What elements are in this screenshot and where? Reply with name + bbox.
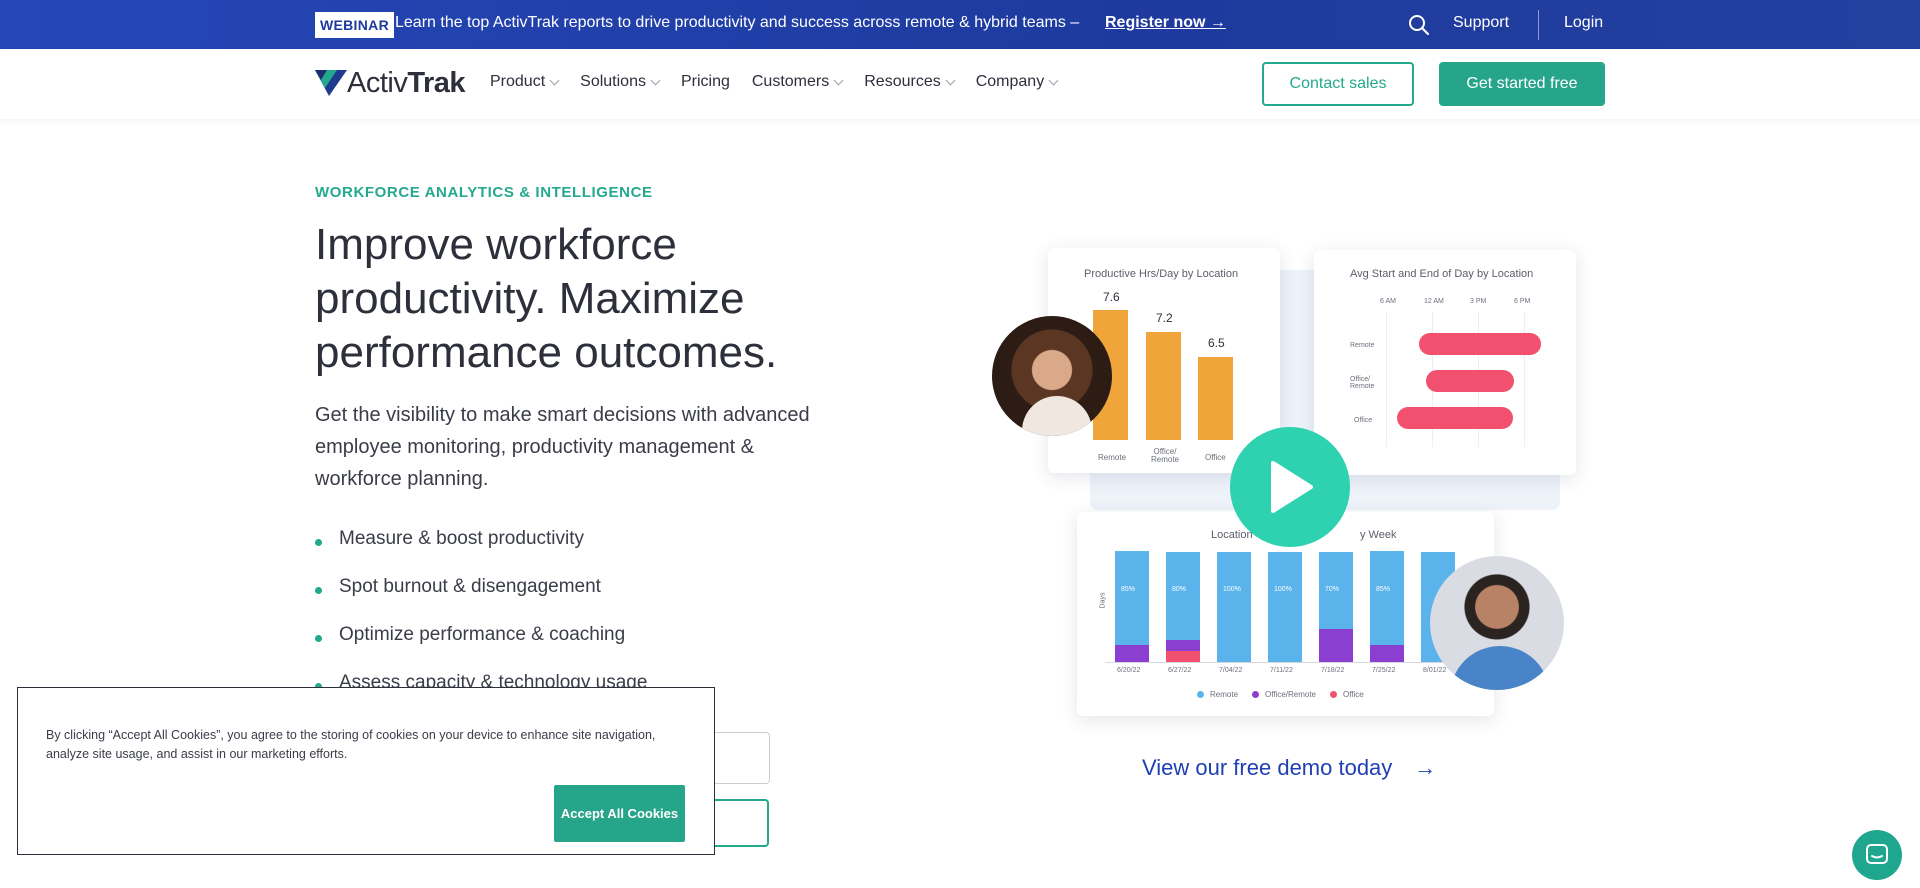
hero-eyebrow: WORKFORCE ANALYTICS & INTELLIGENCE <box>315 184 653 201</box>
weekly-bar-pct: 70% <box>1325 586 1340 593</box>
bullet-dot-icon <box>315 587 322 594</box>
weekly-bar-pct: 100% <box>1223 586 1241 593</box>
weekly-bar-segment <box>1268 552 1302 662</box>
chevron-down-icon <box>945 75 956 85</box>
weekly-date-label: 6/27/22 <box>1168 667 1192 674</box>
webinar-message: Learn the top ActivTrak reports to drive… <box>395 14 1080 31</box>
bar-value: 7.6 <box>1103 290 1120 304</box>
activtrak-logo[interactable]: Activ Trak <box>315 66 466 100</box>
chevron-down-icon <box>549 75 560 85</box>
weekly-bar-segment <box>1217 552 1251 662</box>
weekly-bar-segment <box>1370 645 1404 662</box>
webinar-banner: WEBINAR Learn the top ActivTrak reports … <box>0 0 1920 49</box>
nav-item-pricing[interactable]: Pricing <box>681 73 730 91</box>
arrow-right-icon: → <box>1414 755 1437 780</box>
contact-sales-button[interactable]: Contact sales <box>1262 62 1414 106</box>
play-video-button[interactable] <box>1230 427 1350 547</box>
chevron-down-icon <box>1048 75 1059 85</box>
weekly-bar-segment <box>1166 552 1200 640</box>
range-bar-remote <box>1419 333 1541 355</box>
nav-item-customers[interactable]: Customers <box>752 73 844 91</box>
card-title: y Week <box>1360 529 1397 541</box>
weekly-date-label: 7/04/22 <box>1219 667 1243 674</box>
banner-divider <box>1538 10 1539 40</box>
chevron-down-icon <box>833 75 844 85</box>
legend-item: Office/Remote <box>1252 690 1316 699</box>
woman-avatar <box>992 316 1112 436</box>
logo-text-activ: Activ <box>347 66 408 99</box>
man-avatar <box>1430 556 1564 690</box>
view-demo-link[interactable]: View our free demo today → <box>1142 755 1436 781</box>
get-started-button[interactable]: Get started free <box>1439 62 1605 106</box>
logo-mark-icon <box>315 70 347 96</box>
support-link[interactable]: Support <box>1453 14 1509 32</box>
chat-icon <box>1866 844 1888 864</box>
nav-item-resources[interactable]: Resources <box>864 73 956 91</box>
hero-subtext: Get the visibility to make smart decisio… <box>315 404 810 490</box>
bar-label: Office <box>1205 453 1226 462</box>
weekly-bar-segment <box>1115 551 1149 645</box>
legend-item: Office <box>1330 690 1364 699</box>
bar-label: Office/ Remote <box>1150 447 1179 464</box>
play-icon <box>1271 461 1313 513</box>
bar-value: 7.2 <box>1156 311 1173 325</box>
weekly-date-label: 7/18/22 <box>1321 667 1345 674</box>
hero-headline: Improve workforce productivity. Maximize… <box>315 220 778 377</box>
login-link[interactable]: Login <box>1564 14 1603 32</box>
bar-office-remote <box>1146 332 1181 440</box>
register-now-link[interactable]: Register now → <box>1105 14 1226 32</box>
nav-item-company[interactable]: Company <box>976 73 1059 91</box>
list-item: Measure & boost productivity <box>315 528 647 576</box>
weekly-date-label: 8/01/22 <box>1423 667 1447 674</box>
card-title: Location <box>1211 529 1253 541</box>
list-item: Spot burnout & disengagement <box>315 576 647 624</box>
card-title: Productive Hrs/Day by Location <box>1084 268 1239 280</box>
chevron-down-icon <box>650 75 661 85</box>
legend-item: Remote <box>1197 690 1238 699</box>
weekly-bar-pct: 85% <box>1376 586 1391 593</box>
nav-item-product[interactable]: Product <box>490 73 560 91</box>
cookie-text: By clicking “Accept All Cookies”, you ag… <box>46 728 656 761</box>
weekly-bar-segment <box>1166 651 1200 662</box>
main-nav: Activ Trak Product Solutions Pricing Cust… <box>0 49 1920 119</box>
weekly-bar-segment <box>1166 640 1200 651</box>
weekly-date-label: 7/25/22 <box>1372 667 1396 674</box>
weekly-date-label: 6/20/22 <box>1117 667 1141 674</box>
weekly-legend: Remote Office/Remote Office <box>1197 690 1364 699</box>
weekly-bar-segment <box>1319 629 1353 662</box>
bullet-dot-icon <box>315 539 322 546</box>
chat-widget-button[interactable] <box>1852 830 1902 880</box>
weekly-date-label: 7/11/22 <box>1270 667 1293 674</box>
card-title: Avg Start and End of Day by Location <box>1350 268 1534 280</box>
bar-label: Remote <box>1098 453 1127 462</box>
logo-text-trak: Trak <box>407 66 466 99</box>
bar-value: 6.5 <box>1208 336 1225 350</box>
bullet-dot-icon <box>315 635 322 642</box>
search-icon[interactable] <box>1408 14 1430 36</box>
weekly-bar-pct: 85% <box>1121 586 1136 593</box>
nav-links: Product Solutions Pricing Customers Reso… <box>490 73 1079 91</box>
range-bar-office <box>1397 407 1513 429</box>
bar-office <box>1198 357 1233 440</box>
weekly-bar-segment <box>1115 645 1149 662</box>
weekly-bar-pct: 100% <box>1274 586 1292 593</box>
accept-cookies-button[interactable]: Accept All Cookies <box>554 785 685 842</box>
cookie-banner: By clicking “Accept All Cookies”, you ag… <box>17 687 715 855</box>
list-item: Optimize performance & coaching <box>315 624 647 672</box>
range-bar-office-remote <box>1426 370 1514 392</box>
weekly-bar-pct: 80% <box>1172 586 1187 593</box>
webinar-badge: WEBINAR <box>315 12 394 38</box>
nav-item-solutions[interactable]: Solutions <box>580 73 661 91</box>
weekly-bar-segment <box>1370 551 1404 645</box>
start-end-card: Avg Start and End of Day by Location 6 A… <box>1314 250 1576 475</box>
